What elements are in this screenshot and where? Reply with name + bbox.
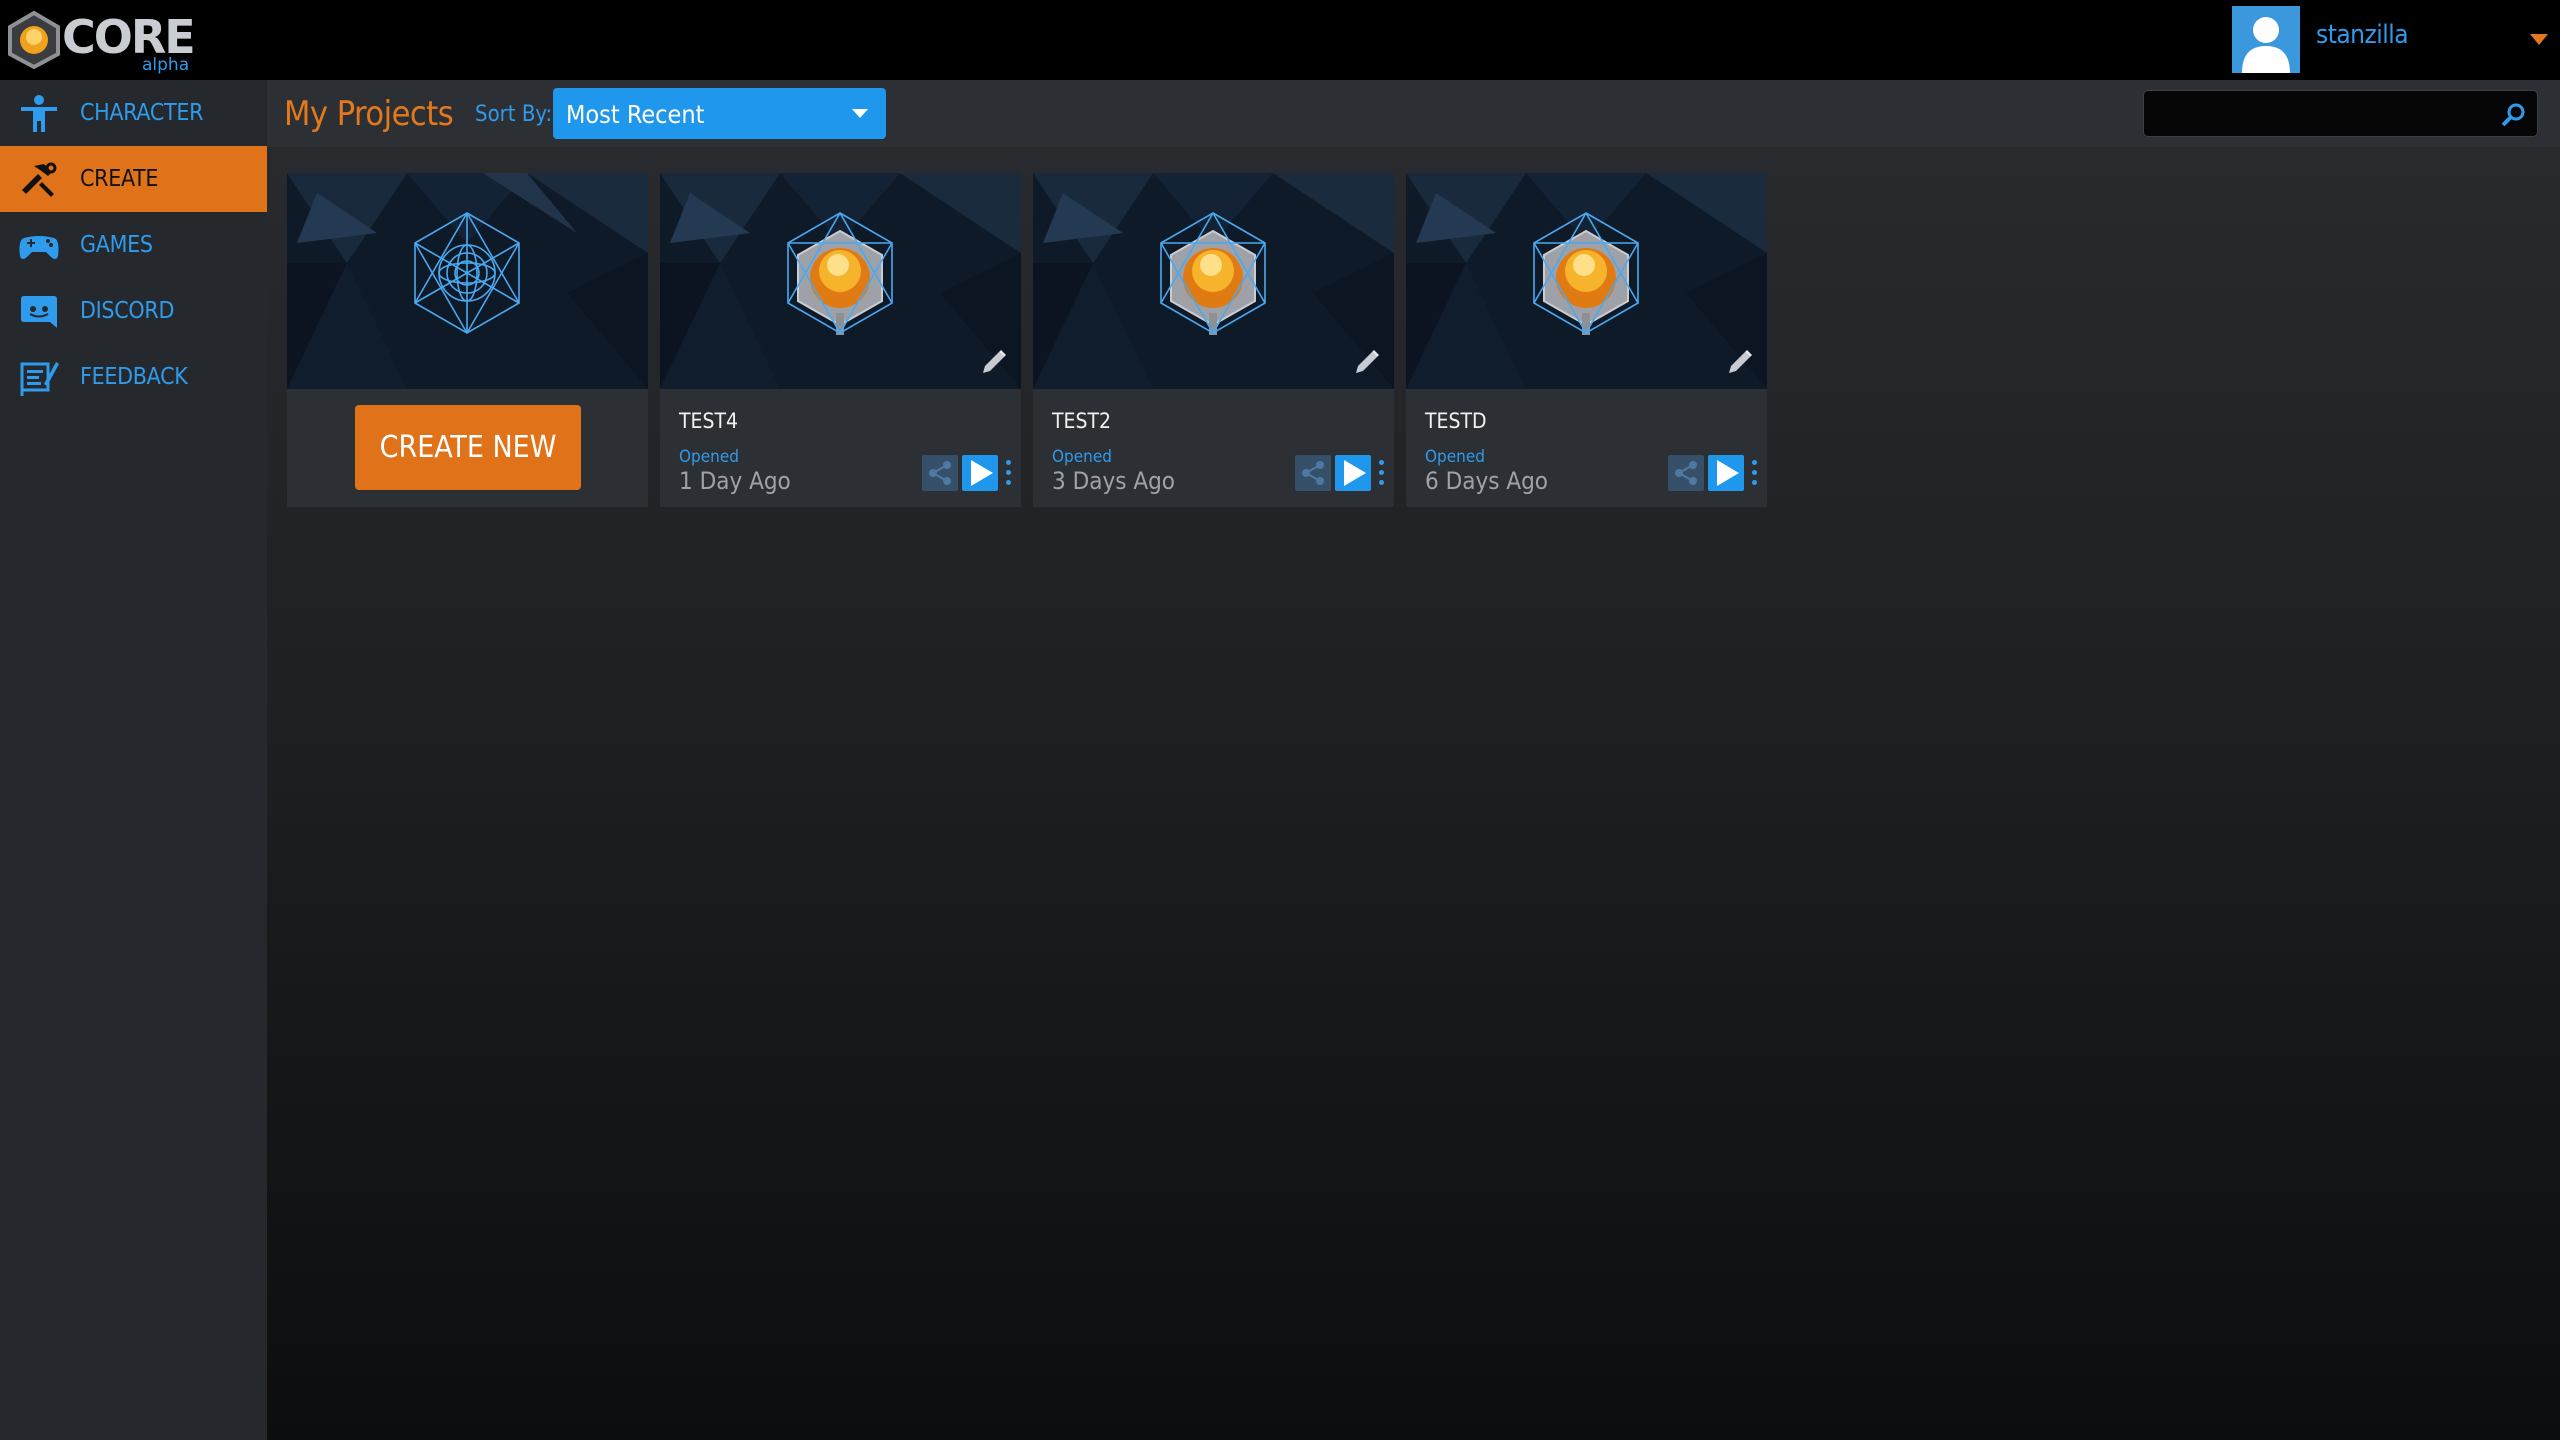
dot: [1379, 460, 1384, 465]
play-icon: [1344, 460, 1366, 486]
core-logo[interactable]: CORE alpha: [4, 10, 196, 75]
core-gem-thumbnail: [1033, 173, 1394, 389]
search-box: [2143, 90, 2538, 137]
gamepad-icon: [19, 236, 59, 259]
core-logo-icon: [8, 10, 60, 70]
dot: [1006, 460, 1011, 465]
dot: [1379, 480, 1384, 485]
sort-label: Sort By:: [475, 102, 553, 127]
dot: [1006, 470, 1011, 475]
projects-grid: CREATE NEW TEST4 Opened 1 Day Ago TEST2 …: [267, 147, 2560, 1440]
play-button[interactable]: [1708, 455, 1744, 491]
opened-label: Opened: [679, 447, 739, 467]
play-icon: [971, 460, 993, 486]
more-options-button[interactable]: [1748, 455, 1760, 491]
dot: [1752, 460, 1757, 465]
page-title: My Projects: [284, 94, 454, 134]
opened-time: 3 Days Ago: [1052, 467, 1176, 495]
sort-dropdown[interactable]: Most Recent: [553, 88, 886, 139]
play-button[interactable]: [1335, 455, 1371, 491]
opened-label: Opened: [1425, 447, 1485, 467]
project-card[interactable]: TESTD Opened 6 Days Ago: [1406, 173, 1767, 507]
dot: [1752, 480, 1757, 485]
project-card[interactable]: TEST4 Opened 1 Day Ago: [660, 173, 1021, 507]
opened-time: 1 Day Ago: [679, 467, 791, 495]
sidebar-item-games[interactable]: GAMES: [0, 212, 267, 278]
sidebar-item-label: DISCORD: [80, 298, 175, 324]
sort-selected-value: Most Recent: [566, 100, 705, 129]
opened-time: 6 Days Ago: [1425, 467, 1549, 495]
core-gem-thumbnail: [660, 173, 1021, 389]
pencil-icon[interactable]: [979, 347, 1009, 377]
sidebar-item-label: GAMES: [80, 232, 153, 258]
sidebar-item-character[interactable]: CHARACTER: [0, 80, 267, 146]
core-app: CORE alpha stanzilla CHARACTER CREATE GA…: [0, 0, 2560, 1440]
sidebar: CHARACTER CREATE GAMES DISCORD FEEDBACK: [0, 80, 267, 1440]
discord-icon: [21, 296, 57, 328]
project-title: TEST4: [679, 409, 739, 433]
logo-subtitle: alpha: [142, 55, 190, 75]
create-new-card: CREATE NEW: [287, 173, 648, 507]
search-icon[interactable]: [2500, 101, 2527, 128]
logo-wordmark: CORE: [62, 10, 196, 64]
project-thumbnail[interactable]: [1033, 173, 1394, 389]
user-menu-caret-icon[interactable]: [2530, 34, 2548, 45]
project-title: TESTD: [1425, 409, 1487, 433]
project-card[interactable]: TEST2 Opened 3 Days Ago: [1033, 173, 1394, 507]
share-button[interactable]: [1295, 455, 1331, 491]
avatar[interactable]: [2232, 6, 2300, 73]
search-input[interactable]: [2156, 99, 2476, 129]
pencil-icon[interactable]: [1725, 347, 1755, 377]
sidebar-item-feedback[interactable]: FEEDBACK: [0, 344, 267, 410]
sidebar-item-label: CREATE: [80, 166, 159, 192]
projects-header: My Projects Sort By: Most Recent: [267, 80, 2560, 147]
person-icon: [21, 95, 57, 132]
share-icon: [929, 461, 951, 485]
project-title: TEST2: [1052, 409, 1112, 433]
play-icon: [1717, 460, 1739, 486]
sidebar-item-label: FEEDBACK: [80, 364, 188, 390]
hammer-wrench-icon: [22, 162, 57, 197]
user-silhouette-icon: [2242, 17, 2290, 73]
share-icon: [1302, 461, 1324, 485]
low-poly-background: [287, 173, 648, 389]
create-new-button[interactable]: CREATE NEW: [355, 405, 581, 490]
dot: [1379, 470, 1384, 475]
dot: [1752, 470, 1757, 475]
create-thumbnail: [287, 173, 648, 389]
more-options-button[interactable]: [1375, 455, 1387, 491]
project-thumbnail[interactable]: [1406, 173, 1767, 389]
more-options-button[interactable]: [1002, 455, 1014, 491]
dot: [1006, 480, 1011, 485]
chevron-down-icon: [852, 109, 868, 118]
play-button[interactable]: [962, 455, 998, 491]
core-gem-thumbnail: [1406, 173, 1767, 389]
sidebar-item-label: CHARACTER: [80, 100, 204, 126]
share-button[interactable]: [922, 455, 958, 491]
share-button[interactable]: [1668, 455, 1704, 491]
pencil-icon[interactable]: [1352, 347, 1382, 377]
sidebar-item-discord[interactable]: DISCORD: [0, 278, 267, 344]
opened-label: Opened: [1052, 447, 1112, 467]
feedback-icon: [20, 362, 59, 396]
sidebar-item-create[interactable]: CREATE: [0, 146, 267, 212]
username[interactable]: stanzilla: [2316, 20, 2409, 50]
project-thumbnail[interactable]: [660, 173, 1021, 389]
share-icon: [1675, 461, 1697, 485]
top-bar: CORE alpha stanzilla: [0, 0, 2560, 80]
